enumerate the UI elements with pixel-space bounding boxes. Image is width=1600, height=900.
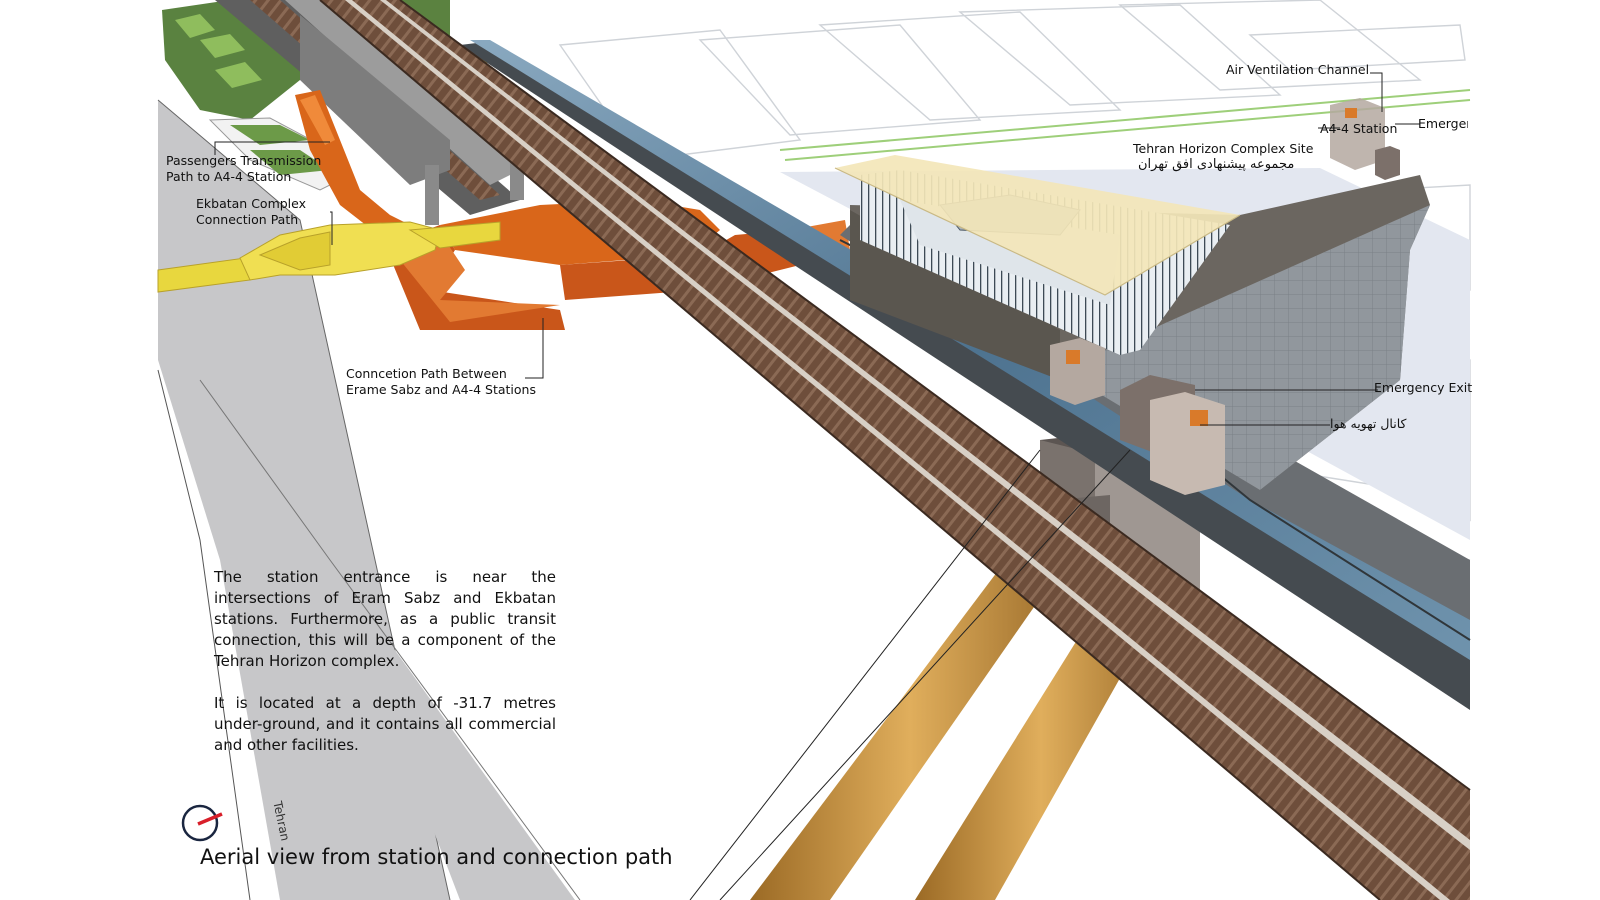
label-air-channel-fa: کانال تهویه هوا <box>1330 416 1407 431</box>
description-paragraph: The station entrance is near the interse… <box>214 568 556 670</box>
label-line: Conncetion Path Between <box>346 366 507 381</box>
label-a44-station: A4-4 Station <box>1320 121 1398 136</box>
description: The station entrance is near the interse… <box>214 567 556 777</box>
label-horizon-site-fa: مجموعه پیشنهادی افق تهران <box>1138 157 1295 172</box>
label-emergency-top: Emerger <box>1418 116 1468 131</box>
figure-caption: Aerial view from station and connection … <box>200 845 673 869</box>
aerial-diagram: Passengers Transmission Path to A4-4 Sta… <box>0 0 1600 900</box>
label-line: Ekbatan Complex <box>196 196 307 211</box>
label-line: Connection Path <box>196 212 299 227</box>
label-line: Erame Sabz and A4-4 Stations <box>346 382 536 397</box>
label-connection-path: Conncetion Path Between Erame Sabz and A… <box>346 366 536 398</box>
label-line: Path to A4-4 Station <box>166 169 292 184</box>
label-passengers-path: Passengers Transmission Path to A4-4 Sta… <box>166 153 321 185</box>
label-ekbatan-path: Ekbatan Complex Connection Path <box>196 196 306 228</box>
label-horizon-site-en: Tehran Horizon Complex Site <box>1133 141 1314 156</box>
description-paragraph: It is located at a depth of -31.7 metres… <box>214 694 556 754</box>
label-line: Passengers Transmission <box>166 153 322 168</box>
label-emergency-exit: Emergency Exit <box>1374 380 1473 395</box>
label-air-channel: Air Ventilation Channel <box>1226 62 1370 77</box>
